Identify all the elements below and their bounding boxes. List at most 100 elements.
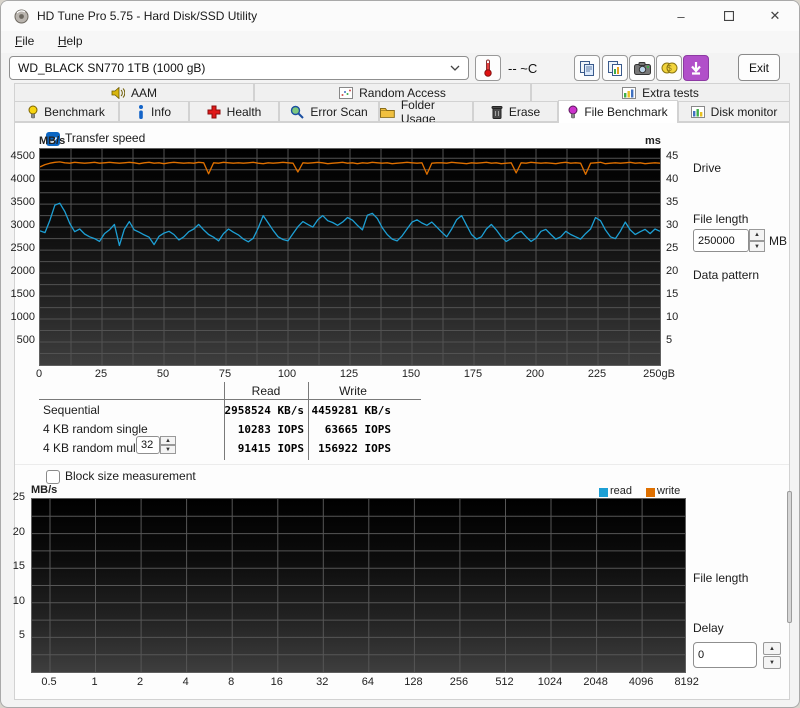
speaker-icon	[111, 86, 125, 99]
row-sequential-label: Sequential	[43, 403, 100, 417]
thermometer-icon	[484, 59, 492, 77]
copy-image-icon	[608, 61, 622, 76]
tab-error-scan[interactable]: Error Scan	[279, 101, 379, 122]
tab-disk-monitor-label: Disk monitor	[710, 104, 778, 119]
axis-tick-label: 32	[316, 676, 329, 688]
health-cross-icon	[207, 105, 221, 118]
table-col-read: Read	[251, 384, 281, 398]
tab-erase[interactable]: Erase	[473, 101, 558, 122]
minimize-button[interactable]: –	[659, 1, 703, 31]
axis-tick-label: 25	[94, 368, 108, 380]
tab-extra-tests-label: Extra tests	[642, 85, 699, 100]
close-button[interactable]: ✕	[753, 1, 797, 31]
axis-tick-label: 5	[666, 334, 673, 347]
axis-tick-label: 35	[666, 196, 679, 209]
axis-tick-label: 10	[12, 594, 25, 607]
stepper-up-icon[interactable]: ▲	[749, 229, 765, 241]
axis-tick-label: 75	[218, 368, 232, 380]
axis-tick-label: 200	[525, 368, 545, 380]
delay-stepper[interactable]: ▲ ▼	[763, 642, 781, 669]
axis-tick-label: 3500	[10, 196, 35, 209]
tab-erase-label: Erase	[508, 104, 541, 119]
axis-tick-label: 2500	[10, 242, 35, 255]
stepper-down-icon[interactable]: ▼	[763, 656, 781, 669]
tab-info[interactable]: Info	[119, 101, 189, 122]
random-single-write-value: 63665 IOPS	[324, 423, 391, 436]
menu-help[interactable]: Help	[53, 31, 88, 51]
scatter-plot-icon	[339, 86, 354, 99]
maximize-button[interactable]	[707, 1, 751, 31]
file-length-label-bottom: File length	[693, 571, 749, 585]
block-size-checkbox[interactable]	[46, 470, 60, 484]
row-random-single-label: 4 KB random single	[43, 422, 148, 436]
axis-tick-label: 45	[666, 150, 679, 163]
magnifier-icon	[291, 105, 305, 119]
random-multi-write-value: 156922 IOPS	[318, 442, 391, 455]
random-single-read-value: 10283 IOPS	[237, 423, 304, 436]
axis-tick-label: 30	[666, 219, 679, 232]
tab-random-access[interactable]: Random Access	[254, 83, 531, 102]
transfer-speed-chart-canvas	[39, 149, 661, 365]
tab-folder-usage[interactable]: Folder Usage	[379, 98, 473, 126]
tab-error-scan-label: Error Scan	[310, 104, 368, 119]
file-length-stepper[interactable]: ▲ ▼	[749, 229, 765, 252]
axis-tick-label: 2	[137, 676, 144, 688]
file-length-input[interactable]: 250000	[693, 229, 749, 252]
file-length-unit: MB	[769, 234, 787, 248]
temperature-readout: -- ~C	[508, 61, 538, 76]
stepper-down-icon[interactable]: ▼	[160, 445, 176, 454]
top-chart-y-axis-label: MB/s	[39, 135, 66, 147]
queue-depth-value: 32	[141, 439, 154, 451]
stepper-up-icon[interactable]: ▲	[160, 436, 176, 445]
axis-tick-label: 4	[182, 676, 189, 688]
vertical-scrollbar[interactable]	[787, 491, 792, 623]
disk-monitor-icon	[690, 105, 705, 118]
window-title: HD Tune Pro 5.75 - Hard Disk/SSD Utility	[37, 9, 258, 23]
file-length-label-top: File length	[693, 212, 749, 226]
random-multi-read-value: 91415 IOPS	[237, 442, 304, 455]
download-arrow-icon	[691, 62, 701, 75]
axis-tick-label: 500	[16, 334, 35, 347]
svg-text:$: $	[667, 64, 672, 73]
copy-image-button[interactable]	[602, 55, 628, 81]
legend-write-label: write	[657, 485, 681, 497]
stepper-down-icon[interactable]: ▼	[749, 241, 765, 252]
copy-text-button[interactable]	[574, 55, 600, 81]
axis-tick-label: 15	[666, 288, 679, 301]
bottom-chart-y-axis-label: MB/s	[31, 484, 58, 496]
copy-icon	[580, 61, 594, 76]
axis-tick-label: 20	[666, 265, 679, 278]
delay-input[interactable]: 0	[693, 642, 757, 668]
menu-file[interactable]: File	[10, 31, 39, 51]
tab-health[interactable]: Health	[189, 101, 279, 122]
temperature-button[interactable]	[475, 55, 501, 81]
stepper-up-icon[interactable]: ▲	[763, 642, 781, 655]
queue-depth-input[interactable]: 32	[136, 436, 160, 454]
drive-select[interactable]: WD_BLACK SN770 1TB (1000 gB)	[9, 56, 469, 80]
info-icon	[138, 104, 143, 119]
update-button[interactable]	[683, 55, 709, 81]
tab-disk-monitor[interactable]: Disk monitor	[678, 101, 790, 122]
axis-tick-label: 3000	[10, 219, 35, 232]
screenshot-button[interactable]	[629, 55, 655, 81]
axis-tick-label: 125	[339, 368, 359, 380]
app-icon	[14, 9, 29, 24]
tab-file-benchmark[interactable]: File Benchmark	[558, 100, 678, 123]
axis-tick-label: 512	[495, 676, 514, 688]
axis-tick-label: 0.5	[41, 676, 57, 688]
exit-button[interactable]: Exit	[738, 54, 780, 81]
registration-button[interactable]: $	[656, 55, 682, 81]
camera-icon	[633, 61, 651, 75]
axis-tick-label: 175	[463, 368, 483, 380]
queue-depth-stepper[interactable]: ▲ ▼	[160, 436, 176, 454]
legend-read-label: read	[610, 485, 633, 497]
tab-aam[interactable]: AAM	[14, 83, 254, 102]
file-benchmark-bulb-icon	[568, 105, 578, 119]
coins-icon: $	[661, 62, 677, 74]
tab-file-benchmark-label: File Benchmark	[584, 105, 668, 119]
drive-label: Drive	[693, 161, 722, 175]
tab-benchmark[interactable]: Benchmark	[14, 101, 119, 122]
axis-tick-label: 128	[404, 676, 423, 688]
axis-tick-label: 2000	[10, 265, 35, 278]
axis-tick-label: 16	[270, 676, 283, 688]
